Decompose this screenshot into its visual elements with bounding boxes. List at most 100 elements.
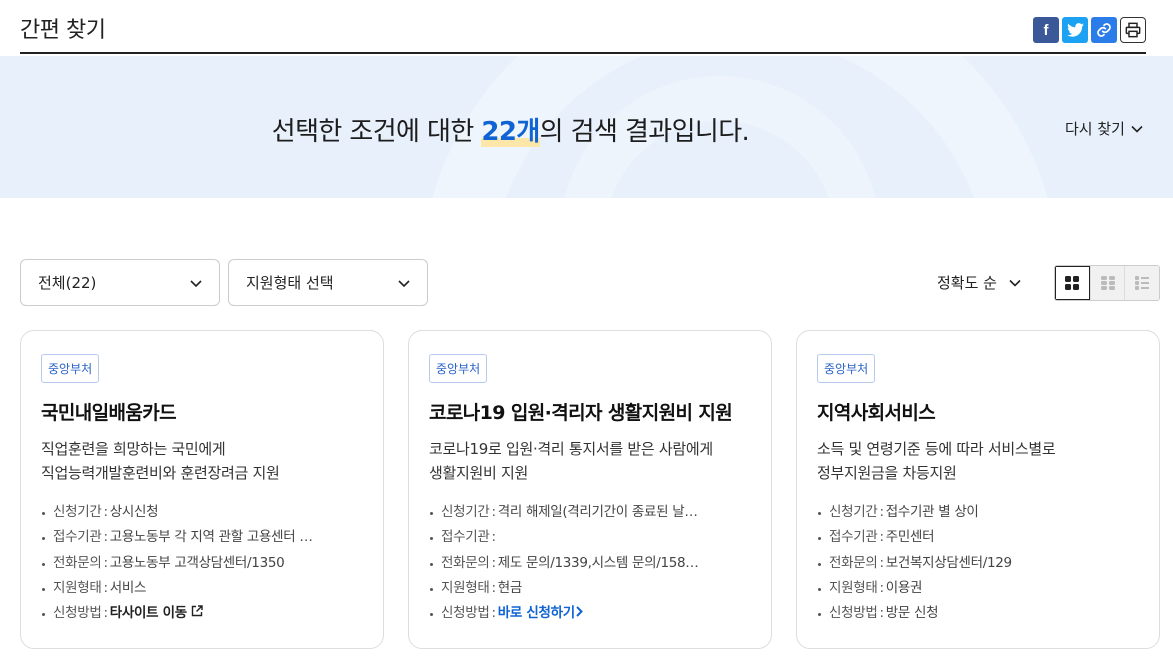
apply-now-link-label: 바로 신청하기 [497, 605, 575, 622]
print-button[interactable] [1120, 17, 1146, 43]
info-value: 현금 [497, 579, 523, 596]
info-value: 서비스 [109, 579, 147, 596]
result-prefix: 선택한 조건에 대한 [271, 117, 482, 147]
copy-link-button[interactable] [1091, 17, 1117, 43]
info-label: 지원형태 [829, 579, 878, 596]
info-type: 지원형태: 서비스 [41, 576, 363, 601]
facebook-share-button[interactable]: f [1033, 17, 1059, 43]
card-description-line: 직업훈련을 희망하는 국민에게 [41, 440, 226, 458]
chevron-down-icon [190, 280, 202, 288]
page-title: 간편 찾기 [20, 18, 106, 43]
info-period: 신청기간: 상시신청 [41, 500, 363, 525]
info-agency: 접수기관: 주민센터 [817, 525, 1139, 550]
list-icon [1135, 276, 1150, 290]
info-agency: 접수기관: 고용노동부 각 지역 관할 고용센터 … [41, 525, 363, 550]
info-value: 격리 해제일(격리기간이 종료된 날… [497, 504, 698, 520]
card-description: 직업훈련을 희망하는 국민에게 직업능력개발훈련비와 훈련장려금 지원 [41, 437, 363, 485]
external-site-link[interactable]: 타사이트 이동 [110, 605, 204, 621]
info-value: 이용권 [885, 579, 923, 596]
info-value: 접수기관 별 상이 [885, 504, 979, 520]
info-agency: 접수기관: [429, 525, 751, 550]
info-value: 방문 신청 [885, 605, 939, 622]
chevron-down-icon [398, 280, 410, 288]
chevron-down-icon [1131, 125, 1143, 133]
info-label: 지원형태 [53, 579, 102, 596]
info-label: 전화문의 [829, 554, 878, 571]
sort-select-value: 정확도 순 [937, 274, 997, 292]
info-period: 신청기간: 접수기관 별 상이 [817, 500, 1139, 525]
category-select-value: 전체(22) [38, 274, 97, 292]
card-info-list: 신청기간: 격리 해제일(격리기간이 종료된 날… 접수기관: 전화문의: 제도 문… [429, 500, 751, 626]
chevron-right-icon [576, 606, 583, 617]
info-phone: 전화문의: 고용노동부 고객상담센터/1350 [41, 551, 363, 576]
card-description: 코로나19로 입원·격리 통지서를 받은 사람에게 생활지원비 지원 [429, 437, 751, 485]
category-select[interactable]: 전체(22) [20, 259, 220, 306]
grid-view-button[interactable] [1055, 266, 1090, 300]
card-title[interactable]: 지역사회서비스 [817, 398, 1139, 425]
service-card[interactable]: 중앙부처 지역사회서비스 소득 및 연령기준 등에 따라 서비스별로 정부지원금… [796, 330, 1160, 649]
link-icon [1097, 23, 1111, 37]
info-label: 지원형태 [441, 579, 490, 596]
apply-now-link[interactable]: 바로 신청하기 [498, 605, 584, 621]
card-description: 소득 및 연령기준 등에 따라 서비스별로 정부지원금을 차등지원 [817, 437, 1139, 485]
external-site-link-label: 타사이트 이동 [109, 605, 187, 622]
info-method: 신청방법: 타사이트 이동 [41, 601, 363, 626]
twitter-icon [1066, 23, 1084, 37]
support-type-select-value: 지원형태 선택 [246, 274, 334, 292]
info-label: 접수기관 [829, 529, 878, 546]
info-label: 전화문의 [53, 554, 102, 571]
result-banner: 선택한 조건에 대한 22개의 검색 결과입니다. 다시 찾기 [0, 56, 1173, 198]
info-phone: 전화문의: 보건복지상담센터/129 [817, 551, 1139, 576]
page-header: 간편 찾기 f [20, 0, 1146, 54]
category-tag: 중앙부처 [429, 354, 488, 383]
info-value: 상시신청 [109, 504, 159, 520]
info-label: 신청방법 [441, 605, 490, 622]
category-tag: 중앙부처 [817, 354, 876, 383]
info-label: 신청기간 [829, 504, 878, 520]
research-label: 다시 찾기 [1065, 120, 1125, 138]
result-count: 22개 [481, 117, 540, 147]
info-phone: 전화문의: 제도 문의/1339,시스템 문의/158… [429, 551, 751, 576]
card-title[interactable]: 국민내일배움카드 [41, 398, 363, 425]
card-info-list: 신청기간: 상시신청 접수기관: 고용노동부 각 지역 관할 고용센터 … 전화문의… [41, 500, 363, 626]
list-view-button[interactable] [1089, 266, 1125, 300]
service-card[interactable]: 중앙부처 국민내일배움카드 직업훈련을 희망하는 국민에게 직업능력개발훈련비와… [20, 330, 384, 649]
service-card[interactable]: 중앙부처 코로나19 입원·격리자 생활지원비 지원 코로나19로 입원·격리 … [408, 330, 772, 649]
print-icon [1125, 22, 1141, 38]
card-description-line: 생활지원비 지원 [429, 464, 528, 482]
card-description-line: 코로나19로 입원·격리 통지서를 받은 사람에게 [429, 440, 713, 458]
info-type: 지원형태: 현금 [429, 576, 751, 601]
sort-select[interactable]: 정확도 순 [937, 272, 1021, 293]
info-label: 접수기관 [441, 529, 490, 546]
card-description-line: 정부지원금을 차등지원 [817, 464, 957, 482]
info-label: 신청기간 [53, 504, 102, 520]
view-mode-toggle [1054, 265, 1160, 301]
support-type-select[interactable]: 지원형태 선택 [228, 259, 428, 306]
detail-list-view-button[interactable] [1124, 266, 1159, 300]
info-value: 보건복지상담센터/129 [885, 554, 1012, 571]
share-buttons: f [1033, 17, 1146, 43]
category-tag: 중앙부처 [41, 354, 100, 383]
info-label: 전화문의 [441, 554, 490, 571]
research-button[interactable]: 다시 찾기 [1065, 118, 1143, 139]
info-method: 신청방법: 바로 신청하기 [429, 601, 751, 626]
info-type: 지원형태: 이용권 [817, 576, 1139, 601]
card-info-list: 신청기간: 접수기관 별 상이 접수기관: 주민센터 전화문의: 보건복지상담센터/1… [817, 500, 1139, 626]
result-summary: 선택한 조건에 대한 22개의 검색 결과입니다. [0, 111, 1020, 148]
info-value: 고용노동부 고객상담센터/1350 [109, 554, 285, 571]
grid-icon [1065, 276, 1080, 290]
chevron-down-icon [1009, 279, 1021, 287]
info-value: 제도 문의/1339,시스템 문의/158… [497, 554, 699, 571]
info-method: 신청방법: 방문 신청 [817, 601, 1139, 626]
info-label: 신청기간 [441, 504, 490, 520]
list-grid-icon [1100, 276, 1115, 290]
twitter-share-button[interactable] [1062, 17, 1088, 43]
card-title[interactable]: 코로나19 입원·격리자 생활지원비 지원 [429, 398, 751, 425]
info-value: 고용노동부 각 지역 관할 고용센터 … [109, 529, 313, 546]
info-label: 신청방법 [53, 605, 102, 622]
result-suffix: 의 검색 결과입니다. [539, 117, 750, 147]
facebook-icon: f [1043, 21, 1049, 39]
info-label: 신청방법 [829, 605, 878, 622]
info-label: 접수기관 [53, 529, 102, 546]
card-description-line: 직업능력개발훈련비와 훈련장려금 지원 [41, 464, 280, 482]
